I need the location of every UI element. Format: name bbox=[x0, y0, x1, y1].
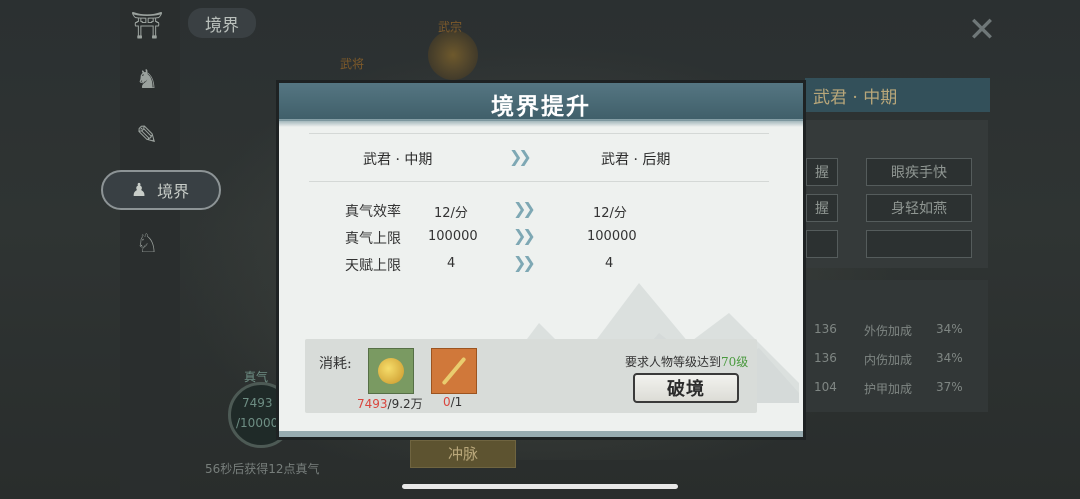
skill-slot-empty[interactable] bbox=[806, 230, 838, 258]
meridian-button[interactable]: 冲脉 bbox=[410, 440, 516, 468]
cost-need: /9.2万 bbox=[387, 397, 423, 411]
attr-to: 12/分 bbox=[593, 206, 627, 221]
attr-from: 100000 bbox=[428, 229, 478, 244]
stat-pct: 34% bbox=[936, 322, 963, 336]
stat-label: 内伤加成 bbox=[864, 353, 913, 367]
cost-have: 0 bbox=[443, 395, 451, 409]
skill-slot-empty[interactable] bbox=[866, 230, 972, 258]
qi-value: 7493 bbox=[242, 396, 273, 410]
attr-label: 真气效率 bbox=[345, 204, 401, 220]
realm-upgrade-dialog: 境界提升 武君 · 中期 ❯❯ 武君 · 后期 真气效率 12/分 ❯❯ 12/… bbox=[276, 80, 806, 440]
skill-slot[interactable]: 身轻如燕 bbox=[866, 194, 972, 222]
stat-value: 104 bbox=[814, 380, 837, 394]
divider bbox=[309, 133, 769, 134]
cost-count: 0/1 bbox=[443, 395, 462, 409]
attr-label: 天赋上限 bbox=[345, 258, 401, 274]
stat-label: 护甲加成 bbox=[864, 382, 913, 396]
stat-value: 136 bbox=[814, 351, 837, 365]
brush-icon[interactable]: ✎ bbox=[125, 114, 169, 158]
skill-slot[interactable]: 握 bbox=[806, 194, 838, 222]
meditation-icon: ♟ bbox=[131, 179, 148, 201]
double-chevron-icon: ❯❯ bbox=[509, 147, 532, 166]
cost-label: 消耗: bbox=[319, 356, 352, 372]
gold-pill-item[interactable] bbox=[368, 348, 414, 394]
sidebar-item-realm[interactable]: ♟ 境界 bbox=[101, 170, 221, 210]
requirement-level: 70级 bbox=[721, 355, 749, 369]
attr-from: 12/分 bbox=[434, 206, 468, 221]
qi-max: /10000 bbox=[236, 416, 279, 430]
stat-pct: 37% bbox=[936, 380, 963, 394]
golden-rod-item[interactable] bbox=[431, 348, 477, 394]
qi-footer: 56秒后获得12点真气 bbox=[205, 462, 320, 476]
qi-label: 真气 bbox=[244, 370, 269, 384]
realm-tab: 境界 bbox=[188, 8, 256, 38]
break-realm-button[interactable]: 破境 bbox=[633, 373, 739, 403]
home-indicator[interactable] bbox=[402, 484, 678, 489]
skill-slot[interactable]: 眼疾手快 bbox=[866, 158, 972, 186]
gold-pill-icon bbox=[378, 358, 404, 384]
double-chevron-icon: ❯❯ bbox=[513, 199, 536, 218]
to-stage: 武君 · 后期 bbox=[601, 152, 671, 168]
requirement-text: 要求人物等级达到 bbox=[625, 355, 722, 369]
divider bbox=[309, 181, 769, 182]
close-icon[interactable]: ✕ bbox=[962, 10, 1002, 50]
stat-label: 外伤加成 bbox=[864, 324, 913, 338]
figure-icon[interactable]: ♞ bbox=[125, 58, 169, 102]
golden-rod-icon bbox=[441, 356, 467, 386]
cost-count: 7493/9.2万 bbox=[357, 395, 423, 412]
stat-pct: 34% bbox=[936, 351, 963, 365]
current-realm-label: 武君 · 中期 bbox=[813, 87, 898, 108]
sidebar-item-label: 境界 bbox=[157, 182, 190, 201]
double-chevron-icon: ❯❯ bbox=[513, 226, 536, 245]
orb-label: 武将 bbox=[340, 57, 365, 71]
current-realm-bar: 武君 · 中期 bbox=[805, 78, 990, 112]
from-stage: 武君 · 中期 bbox=[363, 152, 433, 168]
cost-have: 7493 bbox=[357, 397, 388, 411]
stat-value: 136 bbox=[814, 322, 837, 336]
level-requirement: 要求人物等级达到70级 bbox=[625, 353, 748, 370]
stage-row: 武君 · 中期 ❯❯ 武君 · 后期 bbox=[309, 133, 769, 182]
realm-orb bbox=[428, 30, 478, 80]
orb-label: 武宗 bbox=[438, 20, 463, 34]
cost-need: /1 bbox=[450, 395, 463, 409]
skill-slot[interactable]: 握 bbox=[806, 158, 838, 186]
attr-to: 100000 bbox=[587, 229, 637, 244]
attr-label: 真气上限 bbox=[345, 231, 401, 247]
dialog-title: 境界提升 bbox=[491, 93, 591, 120]
beast-icon[interactable]: ♘ bbox=[125, 222, 169, 266]
dialog-footer-band bbox=[279, 431, 803, 437]
meridian-button-label: 冲脉 bbox=[447, 445, 478, 463]
sect-hall-icon[interactable]: ⛩ bbox=[125, 4, 169, 48]
attr-from: 4 bbox=[447, 256, 456, 271]
